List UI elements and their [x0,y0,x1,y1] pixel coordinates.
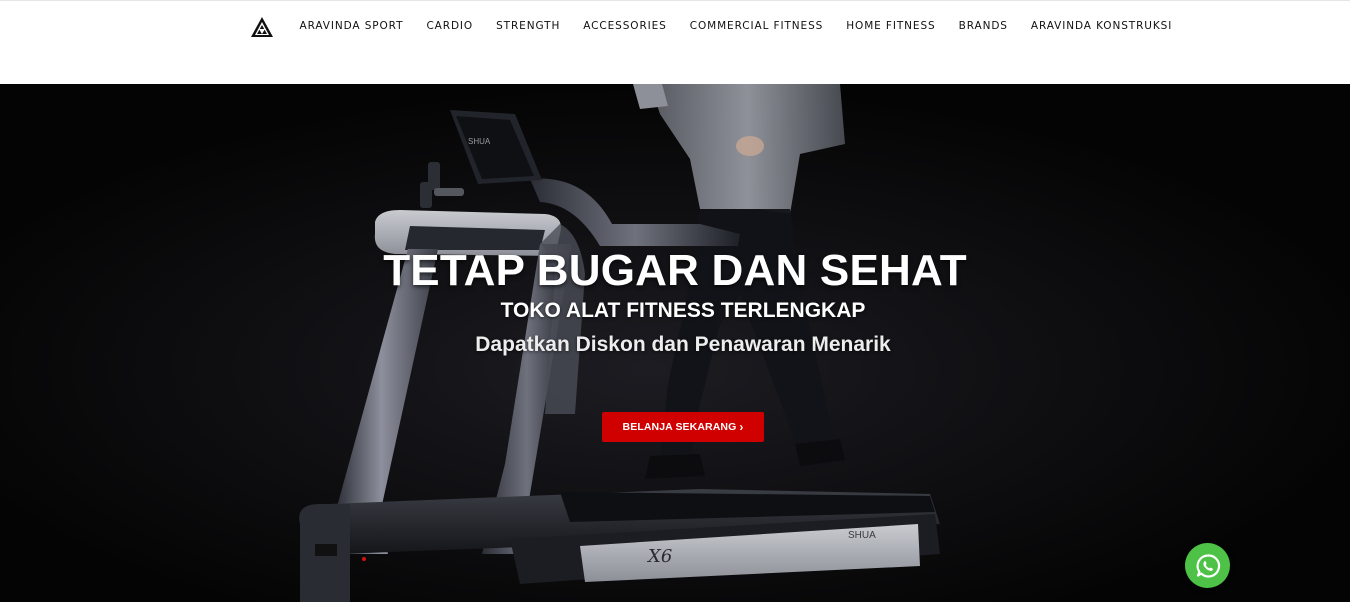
site-header: ARAVINDA SPORT CARDIO STRENGTH ACCESSORI… [0,0,1350,84]
hero-banner: SHUA X6 SHUA TETAP BUGAR DAN SEHAT TOKO … [0,84,1350,602]
hero-content: TETAP BUGAR DAN SEHAT TOKO ALAT FITNESS … [0,84,1350,602]
nav-item-accessories[interactable]: ACCESSORIES [572,18,678,34]
hero-title: TETAP BUGAR DAN SEHAT [383,246,967,295]
whatsapp-icon [1196,553,1220,578]
nav-item-brands[interactable]: BRANDS [947,18,1019,34]
chevron-right-icon: › [739,420,744,434]
nav-item-aravinda-sport[interactable]: ARAVINDA SPORT [288,18,415,34]
shop-now-label: BELANJA SEKARANG [622,421,737,433]
shop-now-button[interactable]: BELANJA SEKARANG › [602,412,764,442]
main-nav: ARAVINDA SPORT CARDIO STRENGTH ACCESSORI… [288,18,1184,34]
nav-item-cardio[interactable]: CARDIO [415,18,485,34]
nav-item-home-fitness[interactable]: HOME FITNESS [835,18,947,34]
nav-item-commercial-fitness[interactable]: COMMERCIAL FITNESS [678,18,835,34]
hero-tagline: Dapatkan Diskon dan Penawaran Menarik [475,333,891,356]
hero-subtitle: TOKO ALAT FITNESS TERLENGKAP [500,299,866,322]
whatsapp-chat-button[interactable] [1185,543,1230,588]
nav-item-aravinda-konstruksi[interactable]: ARAVINDA KONSTRUKSI [1019,18,1183,34]
logo-icon[interactable] [250,16,274,38]
nav-item-strength[interactable]: STRENGTH [485,18,572,34]
